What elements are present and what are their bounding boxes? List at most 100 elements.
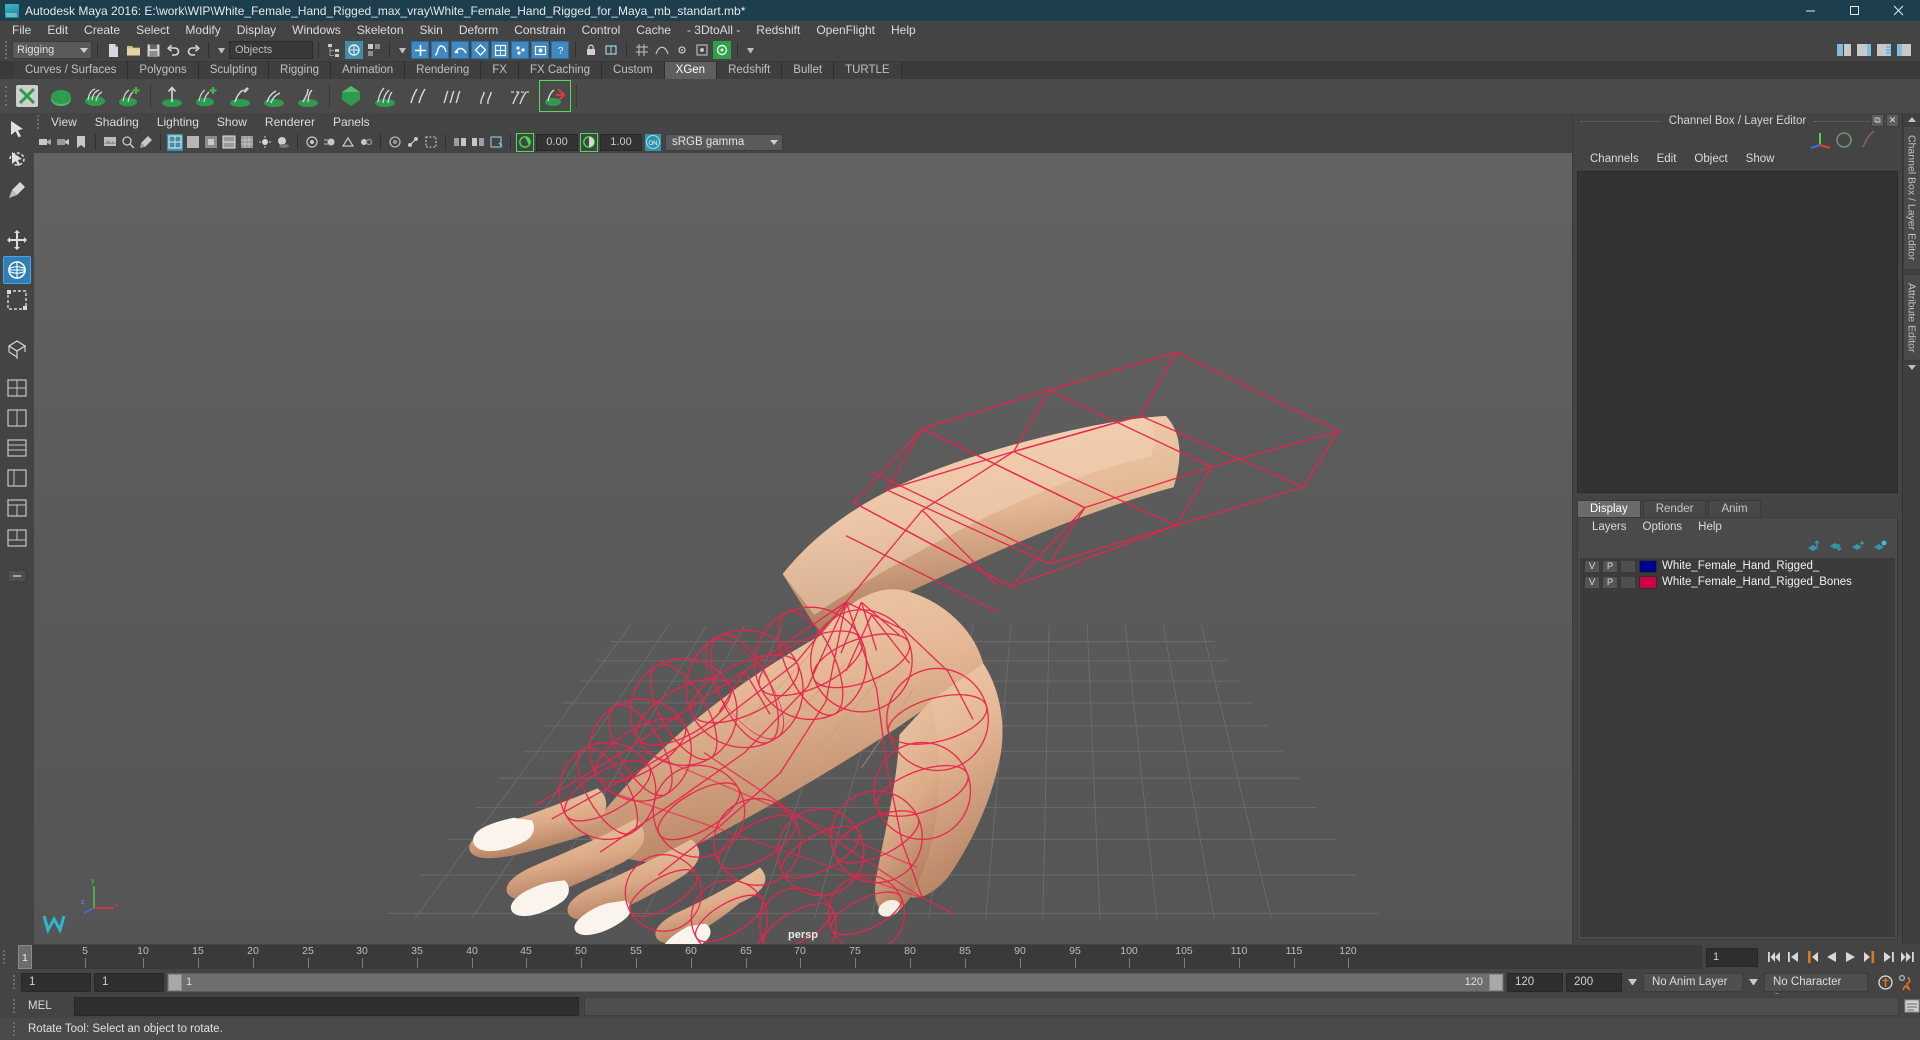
- shelf-grip[interactable]: [2, 86, 10, 106]
- isolate-load-icon[interactable]: [470, 134, 486, 151]
- layer-type-toggle[interactable]: [1620, 575, 1636, 589]
- menu-modify[interactable]: Modify: [177, 21, 228, 39]
- selection-mask-arrow-icon[interactable]: [218, 47, 225, 53]
- highlight-selection-icon[interactable]: [602, 41, 620, 59]
- anim-layer-dropdown-arrow-icon[interactable]: [1628, 979, 1637, 985]
- shelf-tab-rigging[interactable]: Rigging: [269, 62, 332, 79]
- channel-box-content[interactable]: [1577, 171, 1898, 493]
- mask-deformers-icon[interactable]: [491, 41, 509, 59]
- menu-create[interactable]: Create: [76, 21, 128, 39]
- xgen-modifier-icon[interactable]: [404, 81, 434, 111]
- save-scene-icon[interactable]: [144, 41, 162, 59]
- mask-dynamics-icon[interactable]: [511, 41, 529, 59]
- menu-select[interactable]: Select: [128, 21, 177, 39]
- layer-playback-toggle[interactable]: P: [1602, 559, 1618, 573]
- isolate-add-icon[interactable]: [488, 134, 504, 151]
- shelf-tab-redshift[interactable]: Redshift: [717, 62, 783, 79]
- mask-rendering-icon[interactable]: [531, 41, 549, 59]
- viewport-menu-view[interactable]: View: [42, 113, 86, 131]
- menu-cache[interactable]: Cache: [628, 21, 679, 39]
- show-hide-tool-settings-icon[interactable]: [1895, 41, 1913, 59]
- two-d-pan-zoom-icon[interactable]: [120, 134, 136, 151]
- viewport-menu-show[interactable]: Show: [208, 113, 256, 131]
- xgen-preview-icon[interactable]: [370, 81, 400, 111]
- redo-icon[interactable]: [184, 41, 202, 59]
- layer-name[interactable]: White_Female_Hand_Rigged_Bones: [1662, 576, 1852, 588]
- select-by-object-type-icon[interactable]: [345, 41, 363, 59]
- undo-icon[interactable]: [164, 41, 182, 59]
- auto-keyframe-icon[interactable]: [1877, 973, 1894, 991]
- layout-outliner-persp-icon[interactable]: [3, 464, 31, 492]
- selection-mask-field[interactable]: Objects: [229, 41, 313, 59]
- quick-layout-more-icon[interactable]: [3, 562, 31, 590]
- playback-end-time-field[interactable]: 120: [1507, 972, 1563, 992]
- scale-tool-icon[interactable]: [3, 286, 31, 314]
- channel-menu-show[interactable]: Show: [1737, 149, 1784, 169]
- close-icon[interactable]: [1876, 0, 1920, 21]
- step-back-frame-icon[interactable]: [1804, 948, 1821, 966]
- shelf-tab-fx-caching[interactable]: FX Caching: [518, 62, 603, 79]
- use-all-lights-icon[interactable]: [257, 134, 273, 151]
- range-right-handle[interactable]: [1489, 973, 1503, 991]
- command-output-field[interactable]: [584, 996, 1899, 1016]
- xgen-cut-modifier-icon[interactable]: [506, 81, 536, 111]
- layer-menu-help[interactable]: Help: [1690, 518, 1730, 536]
- xray-joints-icon[interactable]: [405, 134, 421, 151]
- shelf-tab-bullet[interactable]: Bullet: [782, 62, 835, 79]
- show-hide-modeling-toolkit-icon[interactable]: [1835, 41, 1853, 59]
- color-management-selector[interactable]: sRGB gamma: [665, 133, 783, 151]
- playback-start-time-field[interactable]: 1: [94, 972, 164, 992]
- tab-display[interactable]: Display: [1577, 500, 1641, 517]
- select-by-hierarchy-icon[interactable]: [325, 41, 343, 59]
- viewport-menu-panels[interactable]: Panels: [324, 113, 379, 131]
- layout-two-pane-icon[interactable]: [3, 404, 31, 432]
- shelf-tab-rendering[interactable]: Rendering: [405, 62, 482, 79]
- xgen-sculpt-guide-icon[interactable]: [225, 81, 255, 111]
- xgen-add-guide-icon[interactable]: [114, 81, 144, 111]
- animation-end-time-field[interactable]: 200: [1566, 972, 1622, 992]
- lock-selection-icon[interactable]: [582, 41, 600, 59]
- anim-layer-selector[interactable]: No Anim Layer: [1643, 972, 1743, 992]
- xgen-spline-description-icon[interactable]: [80, 81, 110, 111]
- tab-render[interactable]: Render: [1642, 500, 1707, 517]
- mask-handles-icon[interactable]: [411, 41, 429, 59]
- menu-skeleton[interactable]: Skeleton: [349, 21, 412, 39]
- layer-visibility-toggle[interactable]: V: [1584, 559, 1600, 573]
- maximize-icon[interactable]: [1832, 0, 1876, 21]
- layer-type-toggle[interactable]: [1620, 559, 1636, 573]
- tab-anim[interactable]: Anim: [1708, 500, 1761, 517]
- color-management-toggle-icon[interactable]: ON: [645, 133, 661, 151]
- xgen-coil-modifier-icon[interactable]: [472, 81, 502, 111]
- range-slider-bar[interactable]: 1 120: [167, 972, 1504, 992]
- depth-of-field-icon[interactable]: [358, 134, 374, 151]
- shelf-tab-polygons[interactable]: Polygons: [128, 62, 199, 79]
- xgen-sphere-description-icon[interactable]: [46, 81, 76, 111]
- menu-skin[interactable]: Skin: [412, 21, 451, 39]
- go-to-end-icon[interactable]: [1899, 948, 1916, 966]
- layout-single-pane-icon[interactable]: [3, 374, 31, 402]
- xgen-editor-icon[interactable]: [12, 81, 42, 111]
- smooth-shade-selected-icon[interactable]: [203, 134, 219, 151]
- wireframe-shading-icon[interactable]: [167, 133, 183, 151]
- exposure-icon[interactable]: [516, 132, 534, 152]
- xgen-generate-primitives-icon[interactable]: [336, 81, 366, 111]
- gamma-field[interactable]: 1.00: [600, 133, 642, 151]
- xgen-export-patches-icon[interactable]: [539, 80, 571, 112]
- mask-polygons-icon[interactable]: [471, 41, 489, 59]
- new-layer-icon[interactable]: [1851, 540, 1865, 553]
- bookmark-icon[interactable]: [73, 134, 89, 151]
- menu-display[interactable]: Display: [229, 21, 284, 39]
- channel-menu-edit[interactable]: Edit: [1648, 149, 1686, 169]
- layout-four-pane-icon[interactable]: [3, 434, 31, 462]
- camera-attributes-icon[interactable]: [55, 134, 71, 151]
- new-layer-from-selected-icon[interactable]: [1873, 540, 1887, 553]
- texture-shading-icon[interactable]: [239, 134, 255, 151]
- layer-menu-layers[interactable]: Layers: [1584, 518, 1635, 536]
- current-frame-field[interactable]: 1: [1706, 947, 1758, 967]
- menu-help[interactable]: Help: [883, 21, 924, 39]
- viewport-menu-renderer[interactable]: Renderer: [256, 113, 324, 131]
- snap-to-projected-center-icon[interactable]: [693, 41, 711, 59]
- shelf-tab-xgen[interactable]: XGen: [664, 62, 718, 79]
- isolate-select-icon[interactable]: [452, 134, 468, 151]
- step-back-keyframe-icon[interactable]: [1785, 948, 1802, 966]
